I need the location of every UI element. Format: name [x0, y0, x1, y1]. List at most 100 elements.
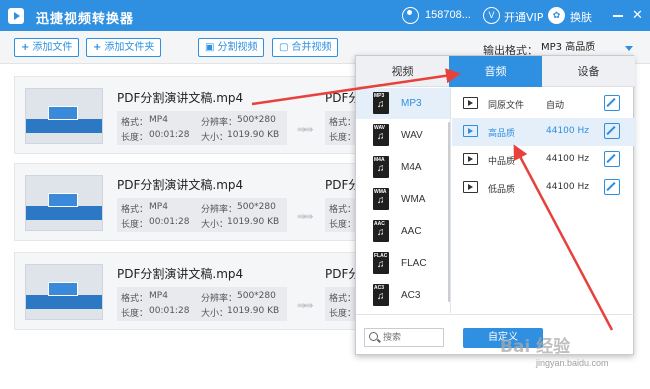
- merge-icon: ▢: [279, 42, 289, 53]
- audio-quality-icon: [463, 125, 478, 137]
- add-folder-button[interactable]: + 添加文件夹: [86, 38, 162, 57]
- format-label: WAV: [401, 130, 423, 141]
- format-value: MP4: [149, 202, 168, 212]
- format-item-flac[interactable]: FLAC ♫ FLAC: [356, 248, 450, 279]
- close-button[interactable]: ✕: [632, 8, 643, 21]
- format-label: AAC: [401, 226, 422, 237]
- aac-file-icon: AAC ♫: [373, 220, 389, 242]
- convert-arrow-icon: ⇛⇛: [297, 124, 314, 136]
- flac-file-icon: FLAC ♫: [373, 252, 389, 274]
- format-value: MP4: [149, 291, 168, 301]
- quality-item[interactable]: 低品质 44100 Hz: [452, 174, 635, 202]
- edit-icon[interactable]: [604, 179, 620, 195]
- tab-device[interactable]: 设备: [542, 56, 635, 87]
- size-label: 大小：: [201, 133, 229, 143]
- skin-icon[interactable]: ✿: [548, 7, 565, 24]
- format-search-box: [364, 328, 444, 347]
- convert-arrow-icon: ⇛⇛: [297, 300, 314, 312]
- format-item-wav[interactable]: WAV ♫ WAV: [356, 120, 450, 151]
- output-format-popup: 视频 音频 设备 MP3 ♫ MP3 WAV ♫ WAV M4A ♫ M4A WMA ♫…: [355, 55, 635, 356]
- vip-icon[interactable]: V: [483, 7, 500, 24]
- tab-video[interactable]: 视频: [356, 56, 449, 87]
- duration-value: 00:01:28: [149, 217, 190, 227]
- skin-link[interactable]: 换肤: [570, 9, 592, 25]
- app-title: 迅捷视频转换器: [36, 12, 135, 27]
- duration-value: 00:01:28: [149, 306, 190, 316]
- app-logo-icon: [8, 8, 24, 24]
- wma-file-icon: WMA ♫: [373, 188, 389, 210]
- watermark-logo: Bai 经验: [500, 337, 571, 357]
- user-name[interactable]: 158708...: [425, 9, 471, 21]
- quality-item[interactable]: 中品质 44100 Hz: [452, 146, 635, 174]
- popup-footer: 自定义: [356, 314, 635, 356]
- file-meta: 格式： MP4 分辨率： 500*280 长度： 00:01:28 大小： 10…: [117, 111, 287, 145]
- minimize-button[interactable]: [612, 9, 624, 21]
- video-thumbnail: [25, 88, 103, 144]
- format-search-input[interactable]: [383, 331, 441, 345]
- quality-list: 同原文件 自动 高品质 44100 Hz 中品质 44100 Hz 低品质 44…: [452, 88, 635, 313]
- video-thumbnail: [25, 264, 103, 320]
- resolution-label: 分辨率：: [201, 294, 238, 304]
- resolution-label: 分辨率：: [201, 118, 238, 128]
- format-label: AC3: [401, 290, 421, 301]
- edit-icon[interactable]: [604, 95, 620, 111]
- format-value: MP4: [149, 115, 168, 125]
- file-name: PDF分割演讲文稿.mp4: [117, 178, 244, 192]
- quality-rate: 44100 Hz: [546, 126, 589, 136]
- resolution-value: 500*280: [237, 115, 276, 125]
- size-label: 大小：: [201, 220, 229, 230]
- quality-name: 低品质: [488, 185, 516, 195]
- add-folder-label: 添加文件夹: [104, 42, 155, 53]
- format-label: 格式：: [121, 118, 149, 128]
- quality-item[interactable]: 同原文件 自动: [452, 90, 635, 118]
- resolution-label: 分辨率：: [201, 205, 238, 215]
- audio-quality-icon: [463, 153, 478, 165]
- watermark-url: jingyan.baidu.com: [536, 358, 609, 368]
- add-file-label: 添加文件: [32, 42, 73, 53]
- format-item-m4a[interactable]: M4A ♫ M4A: [356, 152, 450, 183]
- format-label: 格式：: [121, 205, 149, 215]
- resolution-value: 500*280: [237, 291, 276, 301]
- format-label: M4A: [401, 162, 422, 173]
- edit-icon[interactable]: [604, 151, 620, 167]
- split-video-button[interactable]: ▣ 分割视频: [198, 38, 265, 57]
- format-item-wma[interactable]: WMA ♫ WMA: [356, 184, 450, 215]
- size-value: 1019.90 KB: [227, 130, 280, 140]
- duration-label: 长度：: [121, 309, 149, 319]
- size-value: 1019.90 KB: [227, 217, 280, 227]
- wav-file-icon: WAV ♫: [373, 124, 389, 146]
- format-item-aac[interactable]: AAC ♫ AAC: [356, 216, 450, 247]
- quality-rate: 44100 Hz: [546, 182, 589, 192]
- output-format-value: MP3 高品质: [541, 42, 596, 53]
- tab-audio[interactable]: 音频: [449, 56, 542, 87]
- add-file-button[interactable]: + 添加文件: [14, 38, 80, 57]
- mp3-file-icon: MP3 ♫: [373, 92, 389, 114]
- duration-label: 长度：: [121, 220, 149, 230]
- file-meta: 格式： MP4 分辨率： 500*280 长度： 00:01:28 大小： 10…: [117, 287, 287, 321]
- search-icon: [369, 332, 378, 341]
- size-value: 1019.90 KB: [227, 306, 280, 316]
- format-list-scrollbar[interactable]: [448, 122, 450, 302]
- resolution-value: 500*280: [237, 202, 276, 212]
- quality-item[interactable]: 高品质 44100 Hz: [452, 118, 635, 146]
- quality-name: 同原文件: [488, 101, 525, 111]
- size-label: 大小：: [201, 309, 229, 319]
- quality-rate: 44100 Hz: [546, 154, 589, 164]
- audio-quality-icon: [463, 97, 478, 109]
- edit-icon[interactable]: [604, 123, 620, 139]
- format-item-mp3[interactable]: MP3 ♫ MP3: [356, 88, 450, 119]
- format-tabs: 视频 音频 设备: [356, 56, 635, 87]
- chevron-down-icon: [625, 46, 633, 51]
- vip-link[interactable]: 开通VIP: [504, 9, 543, 25]
- title-bar: 迅捷视频转换器 158708... V 开通VIP ✿ 换肤 ✕: [0, 0, 650, 31]
- file-meta: 格式： MP4 分辨率： 500*280 长度： 00:01:28 大小： 10…: [117, 198, 287, 232]
- format-label: FLAC: [401, 258, 427, 269]
- merge-video-button[interactable]: ▢ 合并视频: [272, 38, 339, 57]
- merge-video-label: 合并视频: [291, 42, 332, 53]
- file-name: PDF分割演讲文稿.mp4: [117, 91, 244, 105]
- user-avatar-icon[interactable]: [402, 7, 419, 24]
- format-item-ac3[interactable]: AC3 ♫ AC3: [356, 280, 450, 311]
- duration-value: 00:01:28: [149, 130, 190, 140]
- convert-arrow-icon: ⇛⇛: [297, 211, 314, 223]
- split-video-label: 分割视频: [217, 42, 258, 53]
